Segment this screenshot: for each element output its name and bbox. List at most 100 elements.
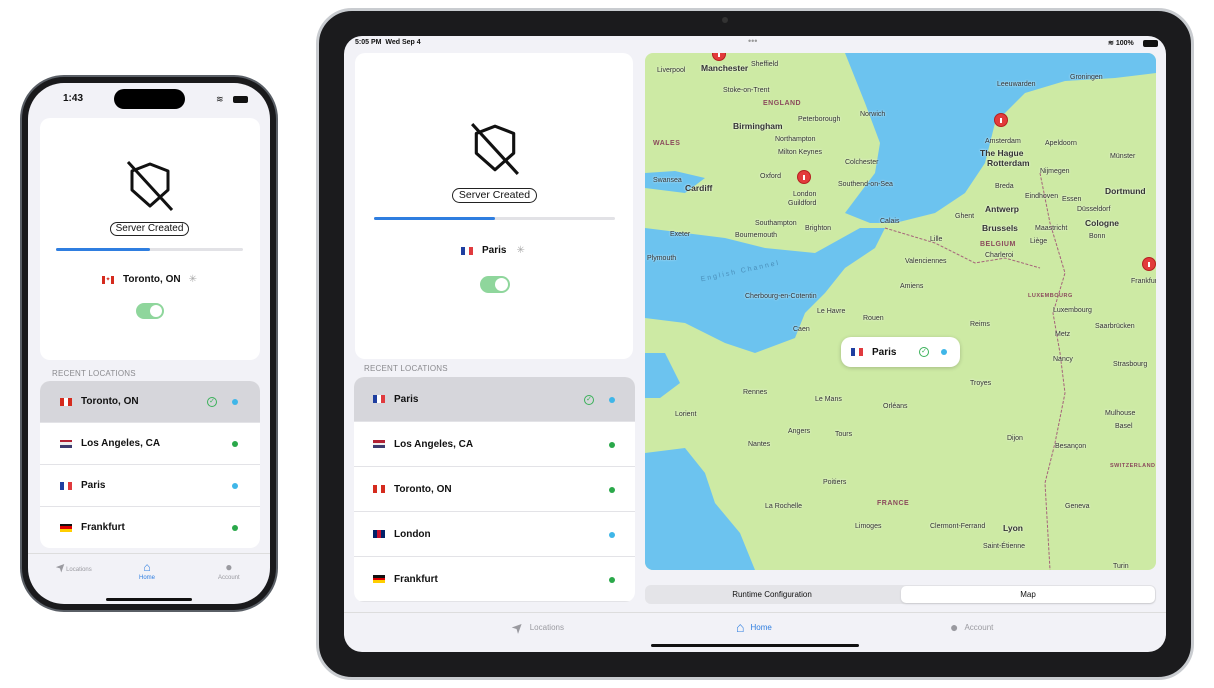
location-name: Paris <box>81 480 106 491</box>
tab-label: Account <box>218 575 240 581</box>
tab-home[interactable]: ⌂ Home <box>736 619 772 635</box>
map-callout-paris[interactable]: Paris ✓ <box>841 337 960 367</box>
shield-slash-icon <box>126 160 174 212</box>
map-city-label: Besançon <box>1055 443 1087 450</box>
map-city-label: Apeldoorn <box>1045 140 1077 147</box>
map-city-label: Troyes <box>970 380 992 387</box>
map-city-label: Geneva <box>1065 503 1090 510</box>
map-city-label: Poitiers <box>823 479 847 486</box>
map-city-label: Stoke-on-Trent <box>723 87 770 94</box>
current-location: Paris ✳ <box>461 245 525 256</box>
list-item[interactable]: Paris ✓ <box>354 377 635 422</box>
flag-fr-icon <box>851 348 863 356</box>
tab-account[interactable]: ● Account <box>218 560 240 581</box>
list-item[interactable]: Los Angeles, CA <box>40 423 260 465</box>
map-city-label: Orléans <box>883 403 908 410</box>
map-city-label: Norwich <box>860 111 886 118</box>
map-city-label: Nijmegen <box>1040 168 1070 175</box>
ipad-time: 5:05 PM Wed Sep 4 <box>355 39 421 46</box>
tab-locations[interactable]: ➤Locations <box>53 558 92 575</box>
map-city-label: Limoges <box>855 523 882 530</box>
location-name: Toronto, ON <box>394 483 452 495</box>
map-city-label: The Hague <box>980 148 1024 158</box>
map-city-label: Leeuwarden <box>997 81 1036 88</box>
tab-home[interactable]: ⌂ Home <box>139 560 155 581</box>
map-region-label: WALES <box>653 140 681 147</box>
tab-label: Account <box>964 622 994 632</box>
map-city-label: Birmingham <box>733 121 783 131</box>
status-card <box>355 53 633 359</box>
map-city-label: Amsterdam <box>985 138 1021 145</box>
flag-us-icon <box>373 440 385 449</box>
segment-map[interactable]: Map <box>901 586 1155 603</box>
flag-fr-icon <box>461 246 473 255</box>
progress-fill <box>56 248 150 251</box>
flag-fr-icon <box>373 395 385 403</box>
map-city-label: London <box>793 191 817 198</box>
map-region-label: SWITZERLAND <box>1110 463 1156 469</box>
house-icon: ⌂ <box>143 560 151 574</box>
battery-icon <box>233 96 248 103</box>
map-pin-icon[interactable] <box>1142 257 1156 271</box>
map-city-label: Reims <box>970 321 990 328</box>
multitask-dots-icon[interactable]: ••• <box>748 36 757 46</box>
map-pin-icon[interactable] <box>797 170 811 184</box>
tab-divider <box>28 553 270 554</box>
recent-locations-list: Toronto, ON ✓ Los Angeles, CA Paris Frankfur… <box>40 381 260 548</box>
tab-account[interactable]: ● Account <box>950 619 993 635</box>
map-city-label: Cherbourg-en-Cotentin <box>745 293 817 300</box>
map-city-label: Rennes <box>743 389 768 396</box>
list-item[interactable]: Toronto, ON ✓ <box>40 381 260 423</box>
status-dot <box>609 486 615 493</box>
map-city-label: Cologne <box>1085 218 1119 228</box>
map-city-label: Exeter <box>670 231 691 238</box>
dynamic-island <box>114 89 185 109</box>
status-dot <box>609 441 615 448</box>
spinner-icon: ✳ <box>188 274 197 285</box>
list-item[interactable]: Los Angeles, CA <box>354 422 635 467</box>
map-city-label: Rouen <box>863 315 884 322</box>
segment-runtime-configuration[interactable]: Runtime Configuration <box>646 586 898 603</box>
map-city-label: Breda <box>995 183 1014 190</box>
map-view[interactable]: Liverpool Manchester Sheffield Stoke-on-Tre… <box>645 53 1156 570</box>
spinner-icon: ✳ <box>516 245 525 256</box>
flag-de-icon <box>373 575 385 584</box>
home-indicator <box>106 598 192 601</box>
tab-locations[interactable]: ➤Locations <box>508 617 564 637</box>
flag-us-icon <box>60 439 72 448</box>
map-city-label: Southend-on-Sea <box>838 181 893 188</box>
tab-label: Home <box>750 622 772 632</box>
map-city-label: Ghent <box>955 213 975 220</box>
flag-de-icon <box>60 523 72 532</box>
map-city-label: Turin <box>1113 563 1129 570</box>
map-region-label: BELGIUM <box>980 241 1016 248</box>
status-dot <box>609 576 615 583</box>
progress-bar <box>56 248 243 251</box>
flag-ca-icon <box>60 397 72 406</box>
map-city-label: Bournemouth <box>735 232 778 239</box>
list-item[interactable]: Frankfurt <box>354 557 635 602</box>
status-dot <box>609 396 615 403</box>
map-city-label: Maastricht <box>1035 225 1068 232</box>
recent-locations-list: Paris ✓ Los Angeles, CA Toronto, ON London Fr… <box>354 377 635 602</box>
progress-bar <box>374 217 615 220</box>
map-pin-icon[interactable] <box>994 113 1008 127</box>
vpn-toggle[interactable] <box>136 303 164 319</box>
wifi-icon: ≋ <box>216 94 224 104</box>
segmented-control: Runtime Configuration Map <box>645 585 1156 604</box>
list-item[interactable]: Toronto, ON <box>354 467 635 512</box>
status-dot <box>609 531 615 538</box>
current-location-name: Paris <box>482 245 507 256</box>
map-city-label: Sheffield <box>751 61 779 68</box>
map-city-label: Peterborough <box>798 116 841 123</box>
list-item[interactable]: Frankfurt <box>40 507 260 548</box>
map-city-label: Mulhouse <box>1105 410 1136 417</box>
map-city-label: Le Mans <box>815 396 842 403</box>
list-item[interactable]: London <box>354 512 635 557</box>
map-city-label: Lille <box>930 236 943 243</box>
map-city-label: Brighton <box>805 225 832 232</box>
map-city-label: Calais <box>880 218 900 225</box>
sea-west <box>645 353 680 398</box>
list-item[interactable]: Paris <box>40 465 260 507</box>
vpn-toggle[interactable] <box>480 276 510 293</box>
